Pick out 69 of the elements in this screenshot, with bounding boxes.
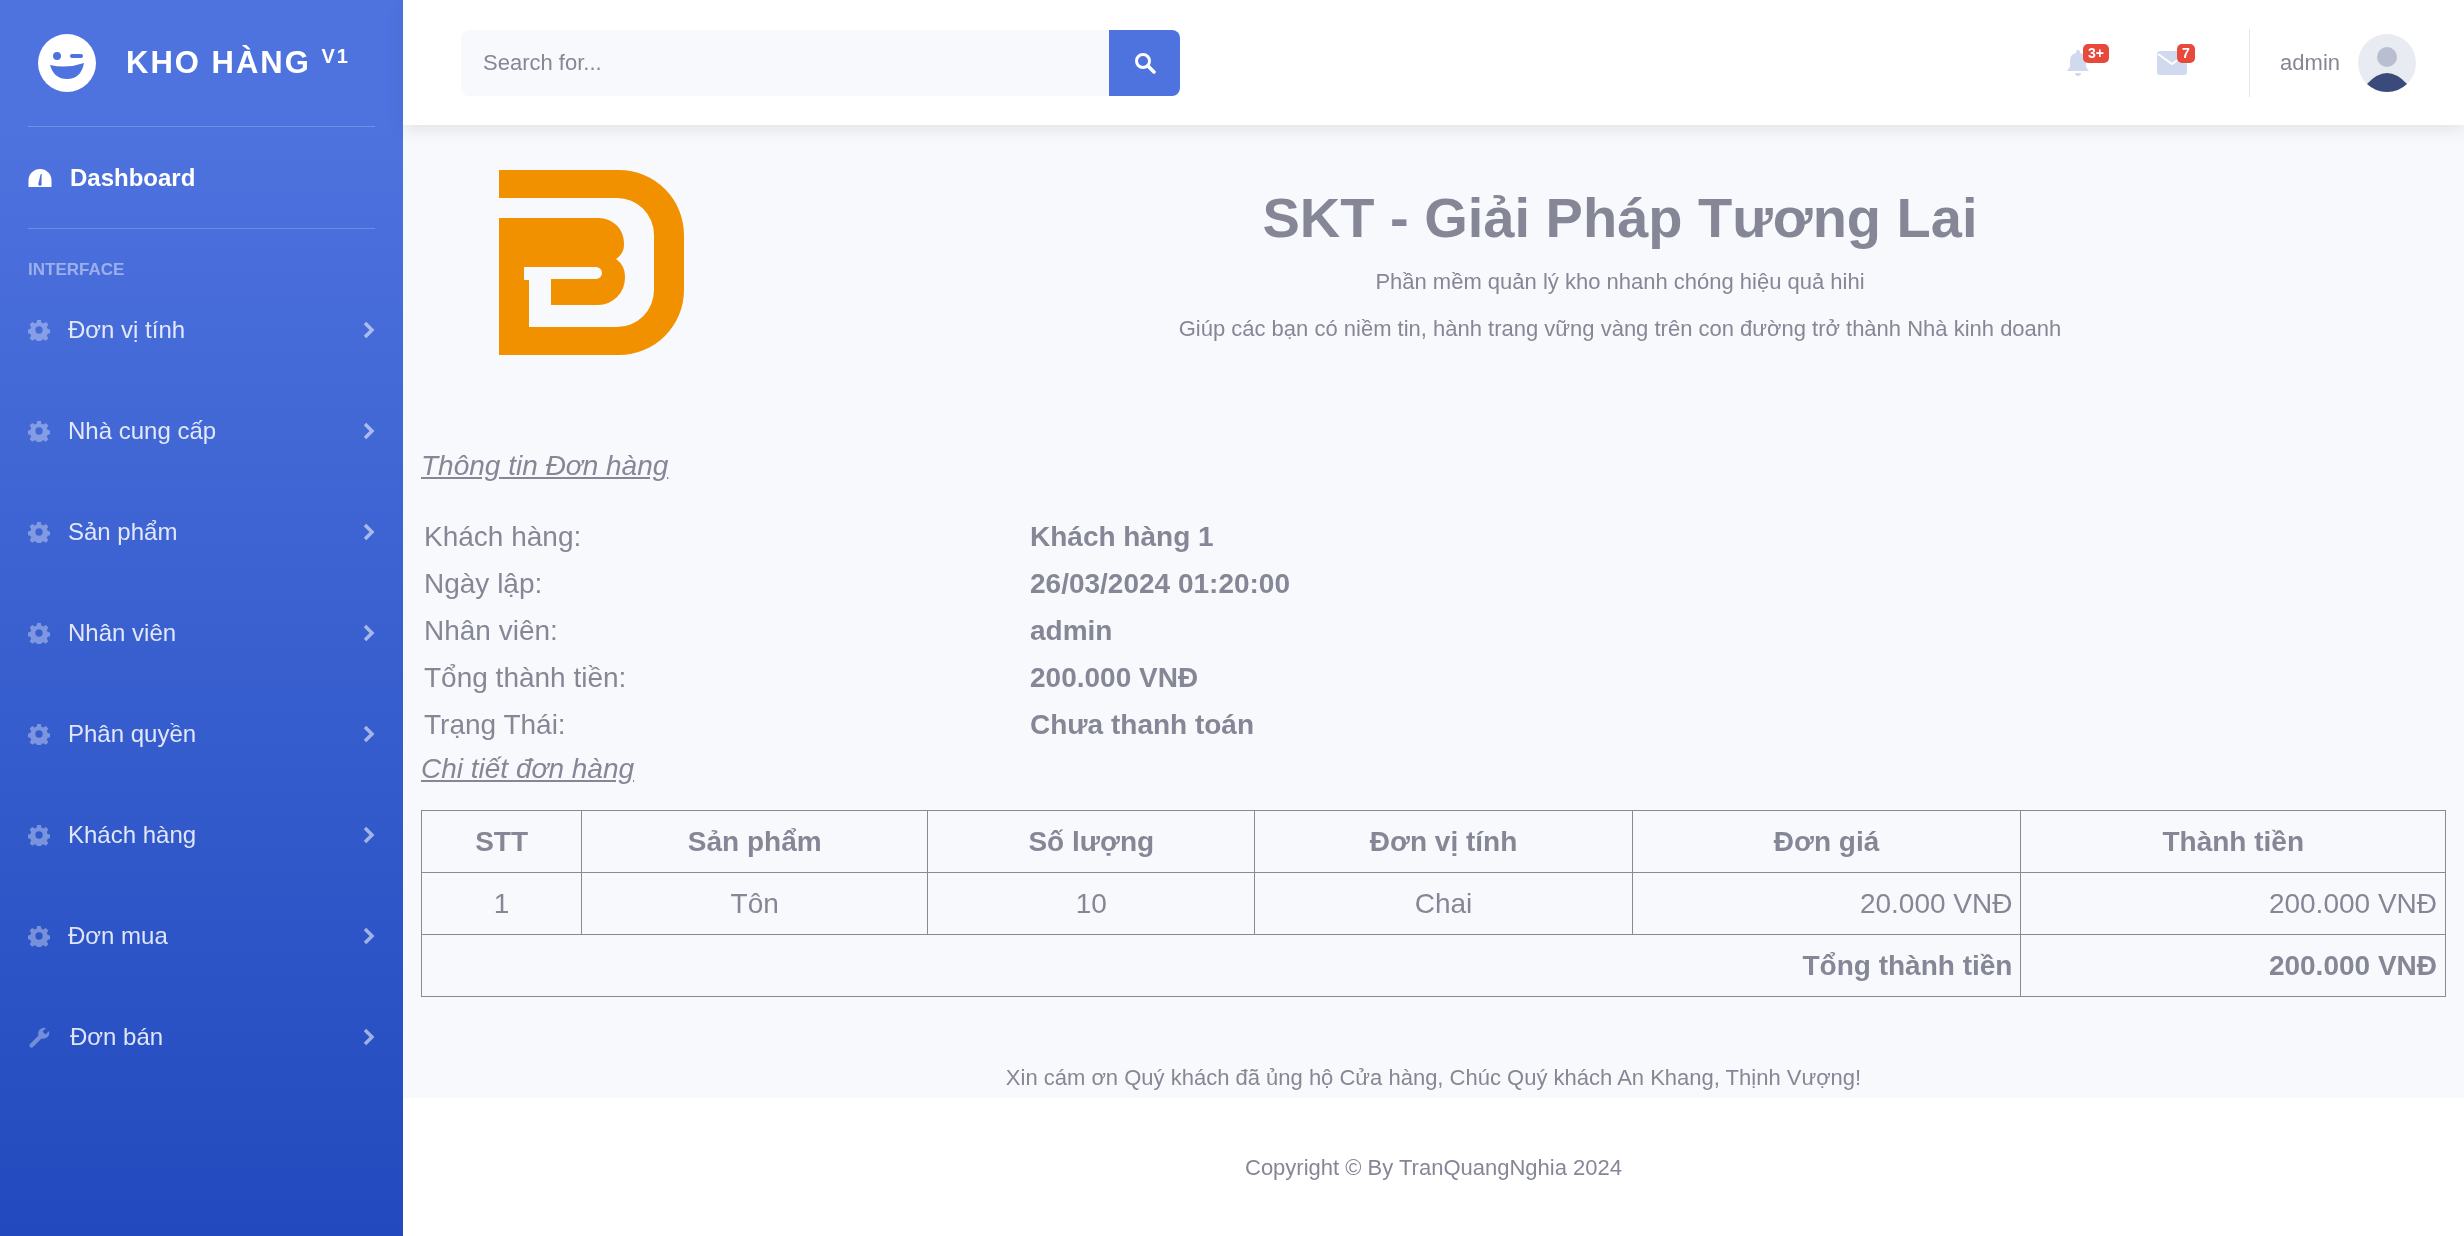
field-label: Trạng Thái: — [423, 707, 567, 742]
counter-badge: 7 — [2177, 43, 2195, 63]
winking-face-icon — [38, 34, 96, 92]
sidebar-item[interactable]: Khách hàng — [28, 784, 375, 885]
counter-badge: 3+ — [2083, 43, 2110, 63]
column-header: Sản phẩm — [581, 810, 928, 873]
field-label: Nhân viên: — [423, 613, 559, 648]
column-header: Số lượng — [927, 810, 1255, 873]
field-label: Tổng thành tiền: — [423, 660, 628, 695]
field-value: 26/03/2024 01:20:00 — [1030, 566, 1290, 601]
banner-text: Phần mềm quản lý kho nhanh chóng hiệu quả hihi — [1374, 268, 1866, 297]
gear-icon — [28, 419, 50, 442]
alert-button[interactable]: 7 — [2125, 29, 2220, 96]
table-cell: 1 — [421, 872, 582, 935]
search-button[interactable] — [1109, 29, 1180, 96]
chevron-right-icon — [363, 926, 375, 945]
copyright-text: Copyright © By TranQuangNghia 2024 — [1245, 1153, 1622, 1182]
table-cell: 10 — [927, 872, 1255, 935]
search-field[interactable]: Search for... — [461, 29, 1109, 96]
table-cell: 20.000 VNĐ — [1632, 872, 2021, 935]
column-header: Đơn giá — [1632, 810, 2021, 873]
section-heading: Chi tiết đơn hàng — [421, 752, 636, 786]
field-label: Ngày lập: — [423, 566, 544, 601]
chevron-right-icon — [363, 522, 375, 541]
column-header: STT — [421, 810, 582, 873]
field-value: Khách hàng 1 — [1030, 519, 1214, 554]
gear-icon — [28, 621, 50, 644]
gauge-icon — [28, 167, 52, 188]
gear-icon — [28, 520, 50, 543]
brand-title[interactable]: KHO HÀNG $^{V1}$ — [126, 39, 350, 87]
chevron-right-icon — [363, 421, 375, 440]
section-heading: Thông tin Đơn hàng — [421, 449, 670, 483]
banner-title: SKT - Giải Pháp Tương Lai — [1261, 185, 1979, 251]
avatar-icon[interactable] — [2358, 33, 2416, 92]
section-heading: INTERFACE — [28, 259, 126, 279]
column-header: Thành tiền — [2020, 810, 2446, 873]
banner-text: Giúp các bạn có niềm tin, hành trang vững vàng trên con đường trở thành Nhà kinh doanh — [1177, 315, 2063, 344]
gear-icon — [28, 924, 50, 947]
total-value: 200.000 VNĐ — [2020, 934, 2446, 997]
chevron-right-icon — [363, 724, 375, 743]
sidebar-item[interactable]: Dashboard — [28, 127, 375, 228]
chevron-right-icon — [363, 825, 375, 844]
sidebar-item[interactable]: Nhân viên — [28, 582, 375, 683]
sidebar-item[interactable]: Sản phẩm — [28, 481, 375, 582]
chevron-right-icon — [363, 320, 375, 339]
search-icon — [1133, 51, 1156, 74]
sidebar-item[interactable]: Đơn vị tính — [28, 279, 375, 380]
gear-icon — [28, 318, 50, 341]
total-label: Tổng thành tiền — [421, 934, 2021, 997]
table-cell: 200.000 VNĐ — [2020, 872, 2446, 935]
table-cell: Tôn — [581, 872, 928, 935]
logo-icon — [499, 170, 684, 355]
alert-button[interactable]: 3+ — [2031, 29, 2126, 96]
sidebar-item[interactable]: Đơn mua — [28, 885, 375, 986]
gear-icon — [28, 722, 50, 745]
table-cell: Chai — [1254, 872, 1633, 935]
user-name[interactable]: admin — [2280, 46, 2340, 79]
field-value: Chưa thanh toán — [1030, 707, 1255, 742]
field-value: 200.000 VNĐ — [1030, 660, 1199, 695]
column-header: Đơn vị tính — [1254, 810, 1633, 873]
chevron-right-icon — [363, 1027, 375, 1046]
sidebar-item[interactable]: Nhà cung cấp — [28, 380, 375, 481]
gear-icon — [28, 823, 50, 846]
sidebar-item[interactable]: Phân quyền — [28, 683, 375, 784]
thank-you-text: Xin cám ơn Quý khách đã ủng hộ Cửa hàng, Chúc Quý khách An Khang, Thịnh Vượng! — [1005, 1065, 1862, 1090]
chevron-right-icon — [363, 623, 375, 642]
field-value: admin — [1030, 613, 1113, 648]
field-label: Khách hàng: — [423, 519, 583, 554]
sidebar-item[interactable]: Đơn bán — [28, 986, 375, 1087]
